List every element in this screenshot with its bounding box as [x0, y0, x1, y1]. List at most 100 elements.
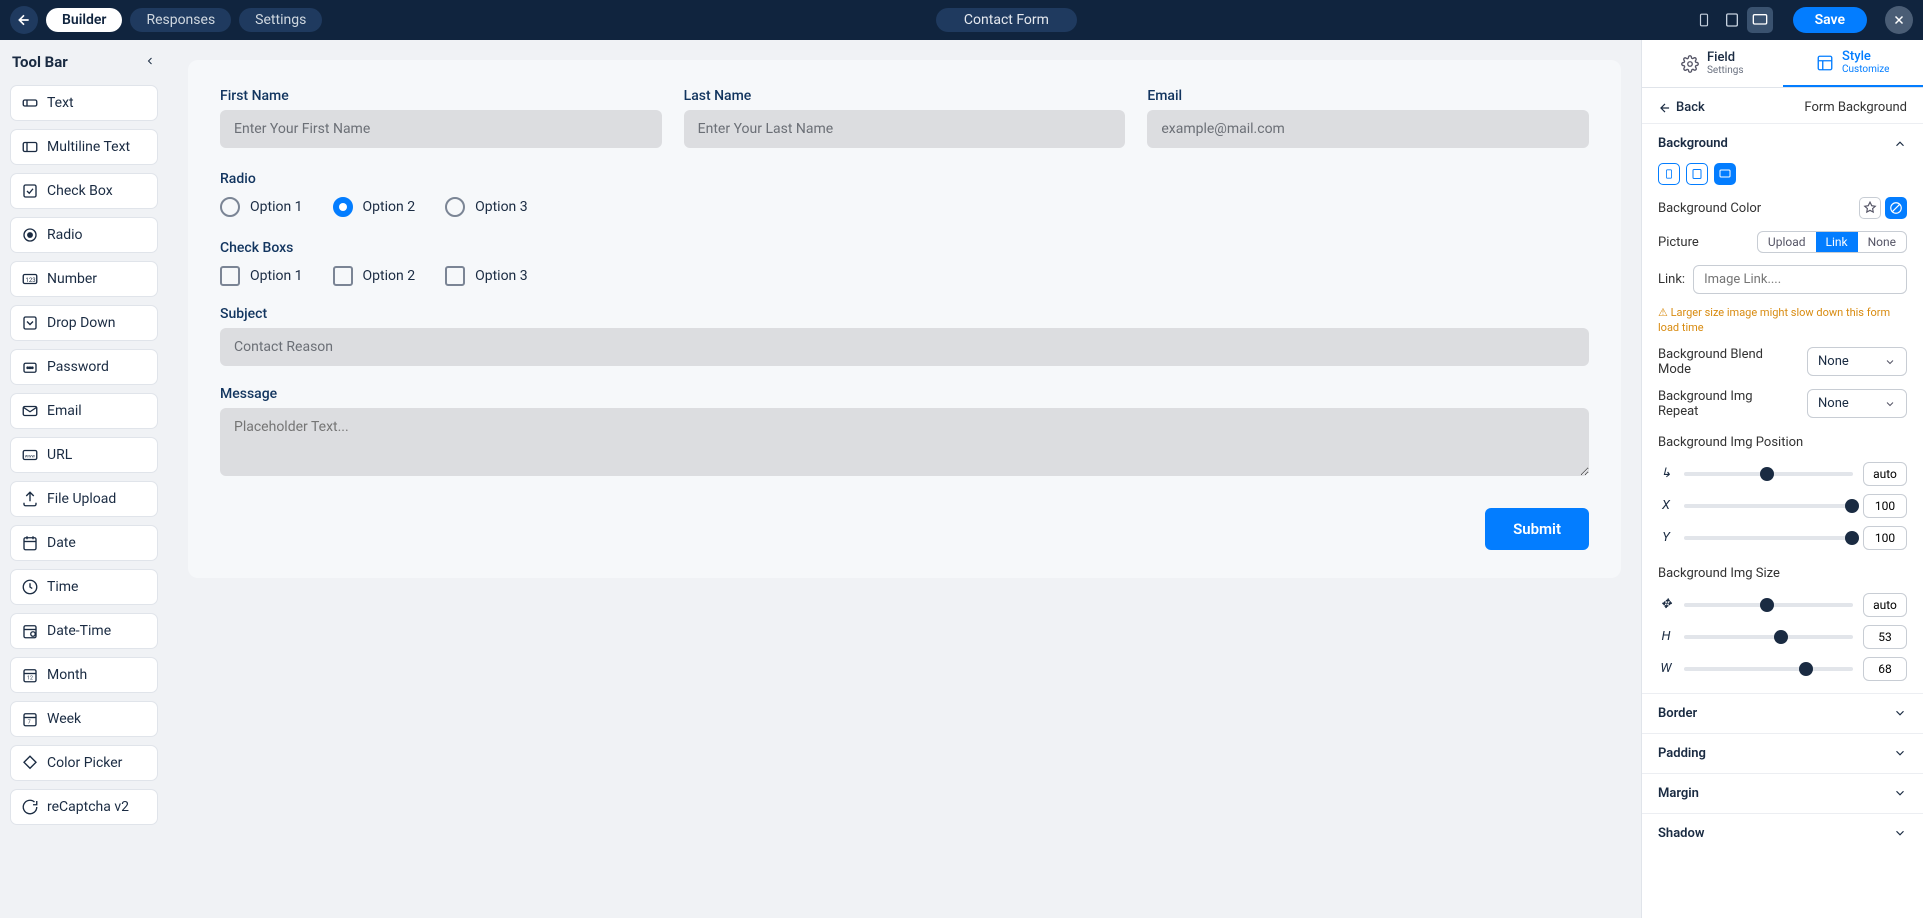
- tool-week[interactable]: 7Week: [10, 701, 158, 737]
- image-size-warning: ⚠ Larger size image might slow down this…: [1658, 306, 1907, 335]
- radio-icon: [220, 197, 240, 217]
- bg-size-value-2[interactable]: [1863, 657, 1907, 681]
- bg-size-slider-2[interactable]: [1684, 667, 1853, 671]
- tool-file-upload[interactable]: File Upload: [10, 481, 158, 517]
- tab-builder[interactable]: Builder: [46, 8, 122, 32]
- section-margin[interactable]: Margin: [1642, 774, 1923, 813]
- url-icon: www: [21, 446, 39, 464]
- last-name-label: Last Name: [684, 88, 1126, 104]
- message-textarea[interactable]: [220, 408, 1589, 476]
- rp-tab-style[interactable]: StyleCustomize: [1783, 40, 1923, 87]
- time-icon: [21, 578, 39, 596]
- checkbox-group-label: Check Boxs: [220, 240, 293, 256]
- topbar: Builder Responses Settings Contact Form Sa…: [0, 0, 1923, 40]
- tool-number[interactable]: 123Number: [10, 261, 158, 297]
- rp-tab-field[interactable]: FieldSettings: [1642, 40, 1783, 87]
- color-icon: [21, 754, 39, 772]
- bg-pos-value-1[interactable]: [1863, 494, 1907, 518]
- picture-seg-link[interactable]: Link: [1816, 232, 1858, 252]
- picture-seg-none[interactable]: None: [1858, 232, 1906, 252]
- bg-size-slider-1[interactable]: [1684, 635, 1853, 639]
- toolbar-title: Tool Bar: [12, 53, 68, 71]
- repeat-select[interactable]: None: [1807, 389, 1907, 418]
- email-label: Email: [1147, 88, 1589, 104]
- tab-settings[interactable]: Settings: [239, 8, 322, 32]
- close-button[interactable]: [1885, 6, 1913, 34]
- bg-pos-row-0: ↳: [1658, 462, 1907, 486]
- tool-date[interactable]: Date: [10, 525, 158, 561]
- first-name-input[interactable]: [220, 110, 662, 148]
- checkbox-option-2[interactable]: Option 2: [333, 266, 416, 286]
- section-padding[interactable]: Padding: [1642, 734, 1923, 773]
- bg-size-slider-0[interactable]: [1684, 603, 1853, 607]
- color-picker-icon[interactable]: [1859, 197, 1881, 219]
- last-name-input[interactable]: [684, 110, 1126, 148]
- svg-text:www: www: [25, 454, 36, 459]
- tool-radio[interactable]: Radio: [10, 217, 158, 253]
- tab-responses[interactable]: Responses: [130, 8, 231, 32]
- bg-pos-value-2[interactable]: [1863, 526, 1907, 550]
- radio-option-1[interactable]: Option 1: [220, 197, 303, 217]
- tool-date-time[interactable]: Date-Time: [10, 613, 158, 649]
- upload-icon: [21, 490, 39, 508]
- radio-option-2[interactable]: Option 2: [333, 197, 416, 217]
- bg-pos-slider-0[interactable]: [1684, 472, 1853, 476]
- section-shadow[interactable]: Shadow: [1642, 814, 1923, 853]
- picture-seg-upload[interactable]: Upload: [1758, 232, 1816, 252]
- bg-device-desktop[interactable]: [1714, 163, 1736, 185]
- tool-email[interactable]: Email: [10, 393, 158, 429]
- style-back-button[interactable]: Back: [1658, 100, 1705, 115]
- bg-pos-slider-1[interactable]: [1684, 504, 1853, 508]
- radio-option-3[interactable]: Option 3: [445, 197, 528, 217]
- tool-text[interactable]: Text: [10, 85, 158, 121]
- tool-drop-down[interactable]: Drop Down: [10, 305, 158, 341]
- gear-icon: [1681, 55, 1699, 73]
- checkbox-option-1[interactable]: Option 1: [220, 266, 303, 286]
- tool-url[interactable]: wwwURL: [10, 437, 158, 473]
- back-button[interactable]: [10, 6, 38, 34]
- tool-recaptcha-v2[interactable]: reCaptcha v2: [10, 789, 158, 825]
- device-mobile[interactable]: [1691, 7, 1717, 33]
- tool-password[interactable]: Password: [10, 349, 158, 385]
- bg-device-mobile[interactable]: [1658, 163, 1680, 185]
- toolbar-collapse[interactable]: [144, 52, 156, 71]
- tool-color-picker[interactable]: Color Picker: [10, 745, 158, 781]
- checkbox-option-3[interactable]: Option 3: [445, 266, 528, 286]
- save-button[interactable]: Save: [1793, 7, 1867, 33]
- color-none-icon[interactable]: [1885, 197, 1907, 219]
- form-preview: First Name Last Name Email Radio Option …: [188, 60, 1621, 578]
- submit-button[interactable]: Submit: [1485, 508, 1589, 550]
- device-tablet[interactable]: [1719, 7, 1745, 33]
- bg-size-row-0: ✥: [1658, 593, 1907, 617]
- svg-text:123: 123: [26, 277, 36, 284]
- tool-month[interactable]: 12Month: [10, 657, 158, 693]
- tool-time[interactable]: Time: [10, 569, 158, 605]
- radio-group-label: Radio: [220, 171, 256, 187]
- top-tabs: Builder Responses Settings: [46, 8, 322, 32]
- bg-size-value-0[interactable]: [1863, 593, 1907, 617]
- tool-multiline-text[interactable]: Multiline Text: [10, 129, 158, 165]
- bg-pos-row-1: X: [1658, 494, 1907, 518]
- subject-input[interactable]: [220, 328, 1589, 366]
- bg-size-row-2: W: [1658, 657, 1907, 681]
- email-input[interactable]: [1147, 110, 1589, 148]
- email-icon: [21, 402, 39, 420]
- image-link-input[interactable]: [1693, 265, 1907, 294]
- bg-pos-value-0[interactable]: [1863, 462, 1907, 486]
- radio-icon: [333, 197, 353, 217]
- bg-pos-slider-2[interactable]: [1684, 536, 1853, 540]
- tool-check-box[interactable]: Check Box: [10, 173, 158, 209]
- radio-icon: [445, 197, 465, 217]
- section-background[interactable]: Background: [1642, 124, 1923, 163]
- blend-select[interactable]: None: [1807, 347, 1907, 376]
- chevron-down-icon: [1884, 398, 1896, 410]
- section-border[interactable]: Border: [1642, 694, 1923, 733]
- arrow-left-icon: [16, 12, 32, 28]
- bg-device-tablet[interactable]: [1686, 163, 1708, 185]
- repeat-label: Background Img Repeat: [1658, 389, 1778, 419]
- picture-label: Picture: [1658, 235, 1699, 250]
- chevron-up-icon: [1893, 137, 1907, 151]
- form-title[interactable]: Contact Form: [936, 8, 1077, 32]
- device-desktop[interactable]: [1747, 7, 1773, 33]
- bg-size-value-1[interactable]: [1863, 625, 1907, 649]
